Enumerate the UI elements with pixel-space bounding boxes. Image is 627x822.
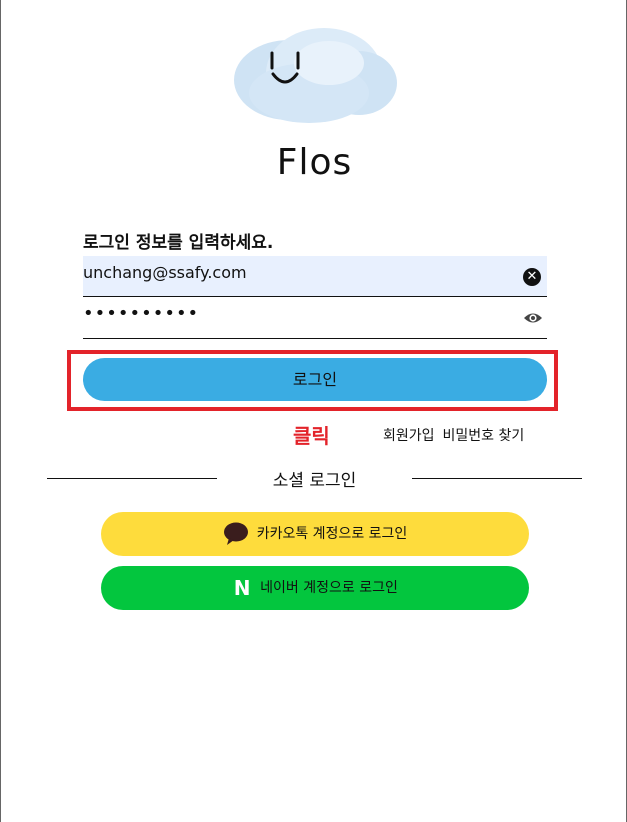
find-password-link[interactable]: 비밀번호 찾기 [443, 428, 525, 444]
naver-login-button[interactable]: N 네이버 계정으로 로그인 [101, 566, 529, 610]
email-value: unchang@ssafy.com [83, 263, 247, 282]
account-links: 회원가입 비밀번호 찾기 [383, 425, 532, 445]
login-button[interactable]: 로그인 [83, 358, 547, 401]
app-title: Flos [276, 142, 353, 183]
kakao-login-button[interactable]: 카카오톡 계정으로 로그인 [101, 512, 529, 556]
signup-link[interactable]: 회원가입 [383, 428, 435, 444]
naver-icon: N [232, 576, 253, 600]
kakao-chat-icon [223, 522, 248, 545]
page-frame: Flos 로그인 정보를 입력하세요. unchang@ssafy.com ✕ … [0, 0, 627, 822]
password-field[interactable]: •••••••••• [83, 298, 547, 339]
email-field[interactable]: unchang@ssafy.com ✕ [83, 256, 547, 297]
naver-login-label: 네이버 계정으로 로그인 [260, 580, 398, 596]
login-prompt: 로그인 정보를 입력하세요. [83, 233, 274, 253]
password-value: •••••••••• [83, 303, 200, 324]
eye-icon[interactable] [523, 310, 543, 326]
clear-icon[interactable]: ✕ [523, 268, 541, 286]
kakao-login-label: 카카오톡 계정으로 로그인 [256, 526, 408, 542]
cloud-logo-icon [234, 28, 397, 123]
click-annotation: 클릭 [293, 424, 330, 448]
divider-right [412, 478, 582, 479]
